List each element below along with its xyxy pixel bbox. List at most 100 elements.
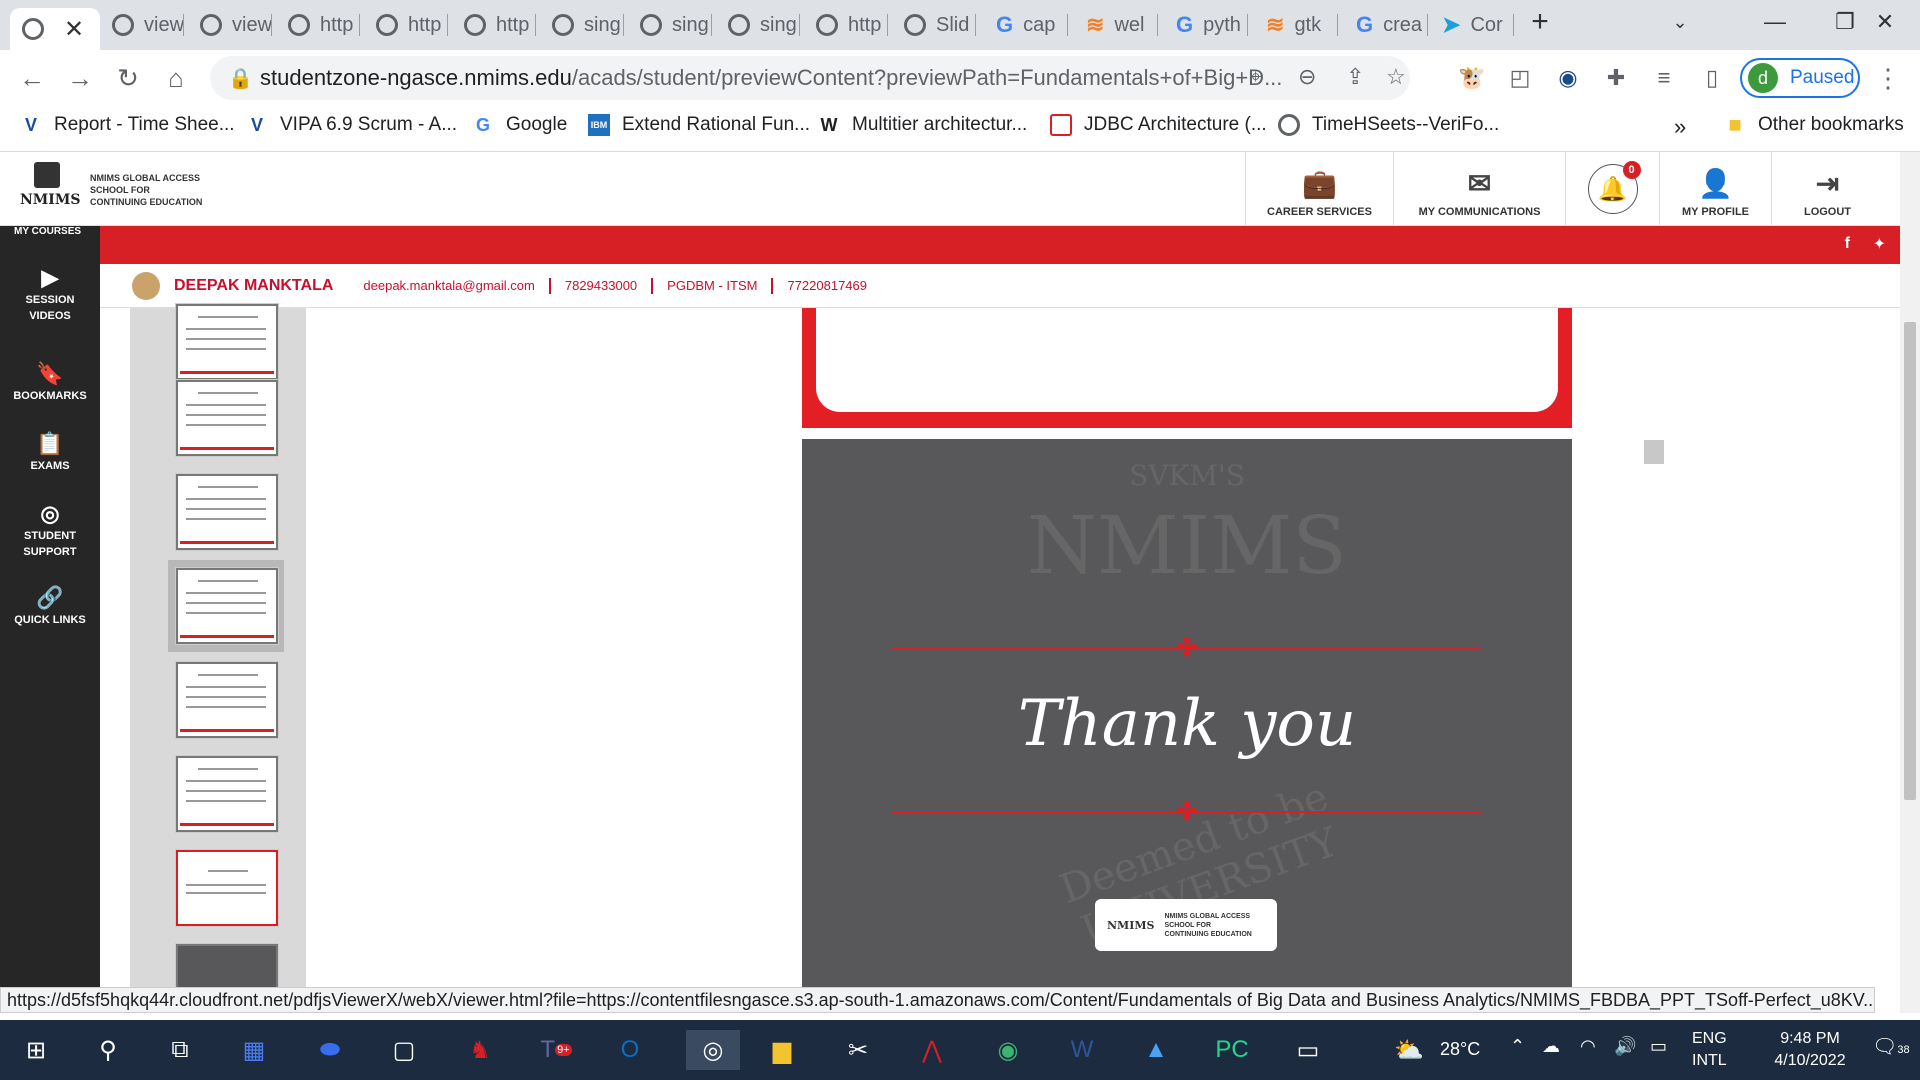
notifications-button[interactable]: 🔔 0 [1565,152,1659,226]
share-icon[interactable]: ⇪ [1346,64,1364,90]
tab[interactable]: ≋ wel [1086,8,1158,42]
close-icon[interactable]: ✕ [64,15,84,44]
tab-active[interactable]: ✕ [10,8,100,50]
sidebar-item-session-videos[interactable]: ▶ SESSION VIDEOS [0,267,100,324]
tab[interactable]: sing [728,8,800,42]
app-icon[interactable]: ♞ [460,1030,500,1070]
app-icon[interactable]: ▦ [234,1030,274,1070]
puzzle-icon[interactable]: ✚ [1600,62,1632,94]
scroll-thumb[interactable] [1904,322,1916,800]
outlook-icon[interactable]: O [610,1030,650,1070]
tab[interactable]: Slid [904,8,976,42]
slide-thumbnail[interactable] [176,662,278,738]
bookmark-item[interactable]: JDBC Architecture (... [1050,114,1267,136]
slide-thumbnail[interactable] [176,756,278,832]
bookmark-item[interactable]: W Multitier architectur... [818,114,1028,136]
menu-icon[interactable]: ⋮ [1872,62,1904,94]
slide-thumbnail[interactable] [176,850,278,926]
extension-icon[interactable]: ◰ [1504,62,1536,94]
weather-icon[interactable]: ⛅ [1394,1036,1424,1065]
new-tab-button[interactable]: + [1515,0,1565,44]
tab[interactable]: Gcap [996,8,1068,42]
thumbnail-panel[interactable] [130,304,306,987]
teams-icon[interactable]: T 9+ [536,1030,576,1070]
right-scroll-handle[interactable] [1644,440,1664,464]
sidebar-item-student-support[interactable]: ◎ STUDENT SUPPORT [0,503,100,560]
pycharm-icon[interactable]: PC [1212,1030,1252,1070]
bookmark-item[interactable]: V Report - Time Shee... [20,114,235,136]
twitter-icon[interactable]: ✦ [1873,234,1886,254]
slide-thumbnail-selected[interactable] [176,568,278,644]
onedrive-icon[interactable]: ☁ [1542,1036,1560,1057]
app-icon[interactable]: ◉ [988,1030,1028,1070]
close-window-button[interactable]: ✕ [1850,0,1920,44]
my-profile-link[interactable]: 👤 MY PROFILE [1659,152,1771,226]
tab[interactable]: http [464,8,536,42]
terminal-icon[interactable]: ▭ [1288,1030,1328,1070]
forward-icon[interactable]: → [62,60,98,96]
tab[interactable]: Gcrea [1356,8,1428,42]
my-courses-link[interactable]: MY COURSES [14,226,81,237]
nmims-logo[interactable]: NMIMS [20,162,80,216]
sidepanel-icon[interactable]: ▯ [1696,62,1728,94]
tab-search-icon[interactable]: ⌄ [1645,0,1715,44]
app-icon[interactable]: ✂ [838,1030,878,1070]
communications-link[interactable]: ✉ MY COMMUNICATIONS [1393,152,1565,226]
home-icon[interactable]: ⌂ [158,60,194,96]
task-view-icon[interactable]: ⧉ [160,1030,200,1070]
photos-icon[interactable]: ▲ [1136,1030,1176,1070]
bookmark-item[interactable]: V VIPA 6.9 Scrum - A... [246,114,457,136]
page-scrollbar[interactable] [1900,152,1920,1013]
chrome-icon[interactable]: ◎ [686,1030,740,1070]
minimize-button[interactable]: — [1740,0,1810,44]
temperature[interactable]: 28°C [1440,1039,1480,1060]
bookmarks-overflow-button[interactable]: » [1674,114,1686,140]
bookmark-item[interactable]: IBM Extend Rational Fun... [588,114,810,136]
chevron-up-icon[interactable]: ⌃ [1510,1036,1525,1057]
address-bar[interactable]: 🔒 studentzone-ngasce.nmims.edu/acads/stu… [210,56,1410,100]
tab[interactable]: sing [552,8,624,42]
tab[interactable]: http [816,8,888,42]
tab[interactable]: view [200,8,272,42]
clock[interactable]: 9:48 PM 4/10/2022 [1760,1028,1860,1072]
wifi-icon[interactable]: ◠ [1580,1036,1596,1057]
extension-icon[interactable]: ◉ [1552,62,1584,94]
profile-button[interactable]: d Paused [1740,58,1860,98]
back-icon[interactable]: ← [14,60,50,96]
other-bookmarks[interactable]: ■ Other bookmarks [1724,112,1903,137]
bookmark-item[interactable]: TimeHSeets--VeriFo... [1278,114,1499,136]
volume-icon[interactable]: 🔊 [1614,1036,1636,1057]
zoom-icon[interactable]: ⊖ [1298,64,1316,90]
tab[interactable]: Gpyth [1176,8,1248,42]
tab[interactable]: sing [640,8,712,42]
reload-icon[interactable]: ↻ [110,60,146,96]
slide-thumbnail[interactable] [176,474,278,550]
acrobat-icon[interactable]: ⋀ [912,1030,952,1070]
tab[interactable]: ≋ gtk [1266,8,1338,42]
facebook-icon[interactable]: f [1845,235,1850,253]
sidebar-item-quick-links[interactable]: 🔗 QUICK LINKS [0,587,100,628]
notification-center-icon[interactable]: 🗨38 [1872,1034,1910,1059]
bookmark-star-icon[interactable]: ☆ [1386,64,1406,90]
logout-link[interactable]: ⇥ LOGOUT [1771,152,1883,226]
extension-icon[interactable]: 🐮 [1456,62,1488,94]
slide-thumbnail[interactable] [176,944,278,987]
sidebar-item-bookmarks[interactable]: 🔖 BOOKMARKS [0,363,100,404]
slide-thumbnail[interactable] [176,380,278,456]
career-services-link[interactable]: 💼 CAREER SERVICES [1245,152,1393,226]
slide-thumbnail[interactable] [176,304,278,380]
tab[interactable]: ➤ Cor [1442,8,1514,42]
location-icon[interactable]: ⌖ [1250,66,1261,89]
sidebar-item-exams[interactable]: 📋 EXAMS [0,433,100,474]
word-icon[interactable]: W [1062,1030,1102,1070]
battery-icon[interactable]: ▭ [1650,1036,1667,1057]
app-icon[interactable]: ⬬ [310,1030,350,1070]
tab[interactable]: http [376,8,448,42]
language-indicator[interactable]: ENG INTL [1692,1028,1727,1072]
search-icon[interactable]: ⚲ [88,1030,128,1070]
tab[interactable]: http [288,8,360,42]
file-explorer-icon[interactable]: ▆ [762,1030,802,1070]
tab[interactable]: view [112,8,184,42]
windows-start-icon[interactable]: ⊞ [16,1030,56,1070]
app-icon[interactable]: ▢ [384,1030,424,1070]
